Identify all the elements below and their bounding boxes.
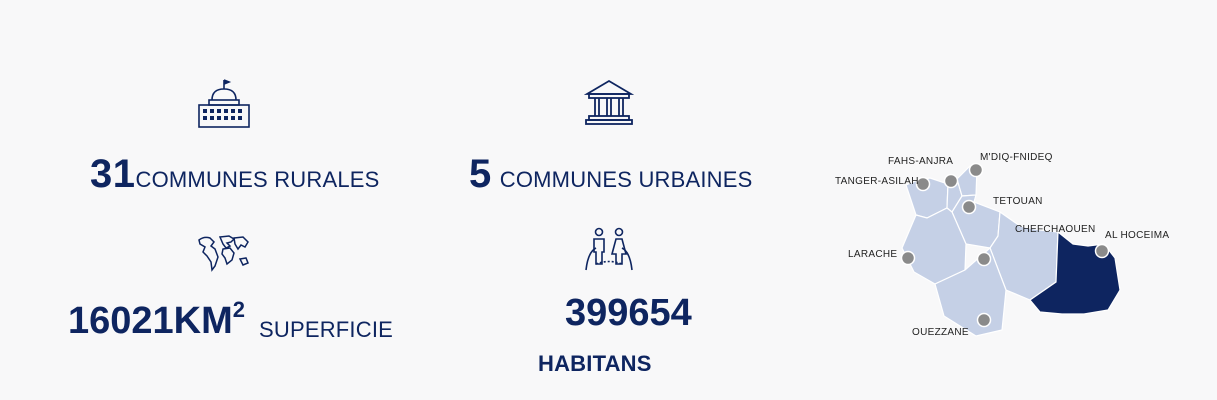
population-label: HABITANS	[538, 351, 652, 376]
urban-communes-value: 5	[469, 152, 492, 196]
classical-building-icon	[584, 78, 634, 126]
area-label: SUPERFICIE	[259, 317, 394, 342]
map-label-al-hoceima: AL HOCEIMA	[1105, 230, 1170, 241]
area-unit-superscript: 2	[232, 297, 246, 322]
world-map-icon	[196, 233, 250, 273]
area-stat: 16021KM2	[68, 297, 245, 343]
map-label-tetouan: TETOUAN	[993, 196, 1043, 207]
marker-fahs-anjra	[943, 173, 959, 189]
marker-tetouan	[961, 199, 977, 215]
area-value: 16021KM	[68, 300, 233, 342]
marker-chefchaouen	[976, 251, 992, 267]
marker-larache	[900, 250, 916, 266]
map-label-chefchaouen: CHEFCHAOUEN	[1015, 224, 1096, 235]
rural-communes-stat: 31COMMUNES RURALES	[90, 152, 380, 197]
marker-mdiq-fnideq	[968, 162, 984, 178]
map-label-ouezzane: OUEZZANE	[912, 327, 969, 338]
urban-communes-label: COMMUNES URBAINES	[499, 167, 753, 192]
map-label-fahs-anjra: FAHS-ANJRA	[888, 156, 954, 167]
map-label-larache: LARACHE	[848, 249, 898, 260]
map-label-tanger-asilah: TANGER-ASILAH	[835, 176, 919, 187]
marker-ouezzane	[976, 312, 992, 328]
urban-communes-stat: 5 COMMUNES URBAINES	[469, 152, 753, 197]
region-map	[830, 140, 1160, 350]
province-shapes	[901, 165, 1059, 337]
map-label-mdiq-fnideq: M'DIQ-FNIDEQ	[980, 152, 1053, 163]
population-value: 399654	[565, 292, 692, 334]
people-globe-icon	[583, 226, 635, 274]
rural-communes-label: COMMUNES RURALES	[135, 167, 380, 192]
marker-al-hoceima	[1094, 243, 1110, 259]
parliament-building-icon	[196, 78, 250, 130]
rural-communes-value: 31	[90, 152, 136, 196]
